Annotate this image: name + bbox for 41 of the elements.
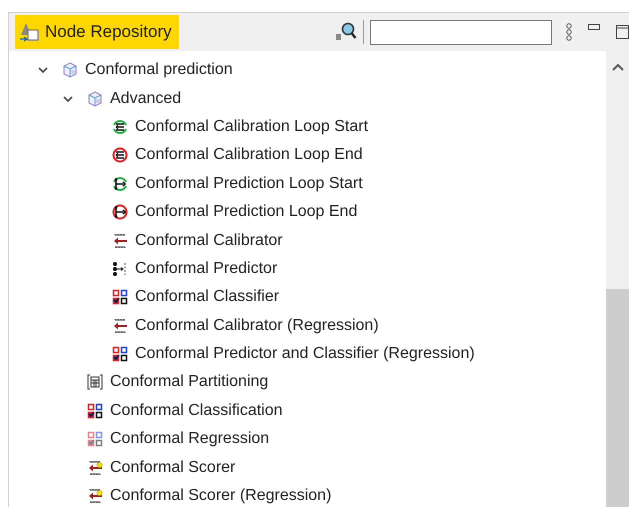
dots-arrow-icon xyxy=(112,260,128,277)
loop-icon xyxy=(112,176,128,192)
tree-item-label[interactable]: Conformal Classifier xyxy=(135,288,280,306)
tree-item-label[interactable]: Conformal Calibrator xyxy=(135,232,283,250)
cube-icon xyxy=(62,62,78,78)
loop-icon xyxy=(112,204,128,220)
minimize-icon[interactable] xyxy=(588,24,600,32)
node-repository-icon xyxy=(19,21,41,43)
tree-item-label[interactable]: Conformal Predictor and Classifier (Regression) xyxy=(135,345,475,364)
grid-squares-icon xyxy=(112,346,128,362)
tree-item-label[interactable]: Conformal prediction xyxy=(85,61,233,80)
scrollbar-thumb[interactable] xyxy=(606,289,629,507)
cube-icon xyxy=(87,90,103,107)
ruler-arrow-star-icon xyxy=(87,488,103,504)
tree-item-label[interactable]: Conformal Calibrator (Regression) xyxy=(135,316,379,335)
scrollbar[interactable] xyxy=(606,51,629,507)
tree-item-label[interactable]: Conformal Calibration Loop End xyxy=(135,146,363,164)
table-icon xyxy=(87,374,103,390)
tree-item-label[interactable]: Conformal Partitioning xyxy=(110,373,268,392)
grid-squares-icon xyxy=(112,289,128,306)
search-field[interactable] xyxy=(370,20,552,44)
tree-item-label[interactable]: Conformal Classification xyxy=(110,402,283,420)
tree-item-label[interactable]: Conformal Scorer xyxy=(110,458,236,477)
loop-icon xyxy=(112,147,128,164)
tree-item-label[interactable]: Conformal Prediction Loop End xyxy=(135,203,358,222)
more-options-icon[interactable] xyxy=(564,22,574,42)
grid-squares-icon xyxy=(87,402,103,419)
tree-item-label[interactable]: Conformal Predictor xyxy=(135,260,278,278)
tree-item-label[interactable]: Conformal Regression xyxy=(110,430,270,448)
loop-icon xyxy=(112,118,128,135)
maximize-icon[interactable] xyxy=(616,25,629,39)
tree-item-label[interactable]: Advanced xyxy=(110,90,182,108)
scroll-up-icon[interactable] xyxy=(612,63,624,71)
tree-item-label[interactable]: Conformal Prediction Loop Start xyxy=(135,174,363,193)
grid-squares-icon xyxy=(87,431,103,448)
tree-item-label[interactable]: Conformal Calibration Loop Start xyxy=(135,118,368,136)
view-title[interactable]: Node Repository xyxy=(15,15,179,49)
ruler-arrow-icon xyxy=(112,232,128,249)
ruler-arrow-icon xyxy=(112,318,128,334)
ruler-arrow-star-icon xyxy=(87,460,103,476)
tree-item-label[interactable]: Conformal Scorer (Regression) xyxy=(110,487,332,506)
